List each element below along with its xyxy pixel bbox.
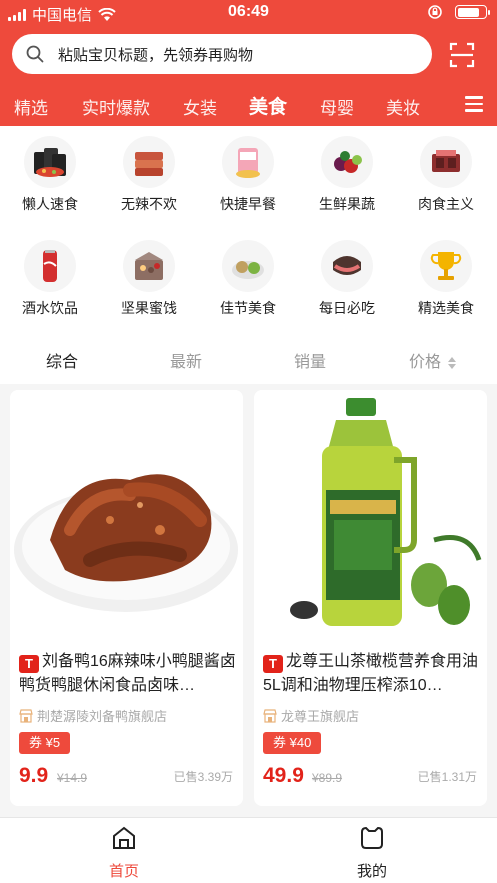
- category-item[interactable]: 坚果蜜饯: [104, 240, 194, 318]
- cola-can-icon: [24, 240, 76, 292]
- product-image-duck-legs: [10, 390, 243, 640]
- festival-dish-icon: [222, 240, 274, 292]
- product-title: T 刘备鸭16麻辣味小鸭腿酱卤鸭货鸭腿休闲食品卤味…: [19, 653, 236, 694]
- tab-food[interactable]: 美食: [249, 92, 287, 119]
- status-bar: 中国电信 06:49: [0, 0, 497, 26]
- category-item[interactable]: 佳节美食: [203, 240, 293, 318]
- spicy-snack-icon: [123, 136, 175, 188]
- category-item[interactable]: 无辣不欢: [104, 136, 194, 214]
- sold-count: 已售1.31万: [417, 770, 477, 784]
- shop-name[interactable]: 龙尊王旗舰店: [263, 706, 359, 725]
- instant-noodle-icon: [24, 136, 76, 188]
- coupon-badge[interactable]: 券 ¥5: [19, 732, 71, 754]
- price: 9.9: [19, 764, 49, 787]
- product-card[interactable]: T 龙尊王山茶橄榄营养食用油5L调和油物理压榨添10… 龙尊王旗舰店 券 ¥40 …: [254, 390, 487, 806]
- header: 中国电信 06:49 粘贴宝贝标题，先领券再购物 精选 实时爆款 女装 美食 母…: [0, 0, 497, 126]
- category-item[interactable]: 酒水饮品: [5, 240, 95, 318]
- daily-food-icon: [321, 240, 373, 292]
- tab-featured[interactable]: 精选: [14, 94, 48, 119]
- original-price: ¥14.9: [57, 771, 88, 785]
- category-item[interactable]: 快捷早餐: [203, 136, 293, 214]
- search-icon: [26, 45, 44, 63]
- sort-newest[interactable]: 最新: [170, 348, 202, 372]
- breakfast-bread-icon: [222, 136, 274, 188]
- tmall-badge: T: [263, 655, 283, 673]
- coupon-badge[interactable]: 券 ¥40: [263, 732, 322, 754]
- profile-icon: [361, 826, 383, 849]
- status-time: 06:49: [228, 3, 269, 20]
- sort-price[interactable]: 价格: [409, 348, 457, 372]
- sort-bar: 综合 最新 销量 价格: [0, 336, 497, 384]
- scan-icon[interactable]: [449, 42, 475, 68]
- shop-name[interactable]: 荆楚潺陵刘备鸭旗舰店: [19, 706, 167, 725]
- bottom-nav: 首页 我的: [0, 817, 497, 883]
- category-item[interactable]: 精选美食: [401, 240, 491, 318]
- search-input[interactable]: 粘贴宝贝标题，先领券再购物: [12, 34, 432, 74]
- nuts-box-icon: [123, 240, 175, 292]
- rotation-lock-icon: [428, 5, 442, 19]
- sort-comprehensive[interactable]: 综合: [46, 348, 78, 372]
- home-icon: [113, 826, 135, 849]
- fruit-icon: [321, 136, 373, 188]
- category-item[interactable]: 肉食主义: [401, 136, 491, 214]
- tab-hot[interactable]: 实时爆款: [82, 94, 150, 119]
- tab-beauty[interactable]: 美妆: [386, 94, 420, 119]
- category-item[interactable]: 懒人速食: [5, 136, 95, 214]
- sold-count: 已售3.39万: [173, 770, 233, 784]
- category-item[interactable]: 生鲜果蔬: [302, 136, 392, 214]
- sort-sales[interactable]: 销量: [294, 348, 326, 372]
- nav-home[interactable]: 首页: [84, 826, 164, 881]
- product-image-oil-bottle: [254, 390, 487, 640]
- category-grid: 懒人速食 无辣不欢 快捷早餐 生鲜果蔬 肉食主义 酒水饮品 坚果蜜饯 佳节美食 …: [0, 126, 497, 336]
- menu-icon[interactable]: [465, 96, 483, 112]
- tab-baby[interactable]: 母婴: [320, 94, 354, 119]
- product-title: T 龙尊王山茶橄榄营养食用油5L调和油物理压榨添10…: [263, 653, 479, 694]
- battery-icon: [455, 5, 490, 19]
- sort-arrows-icon: [448, 356, 457, 369]
- tab-womens[interactable]: 女装: [183, 94, 217, 119]
- shop-icon: [19, 708, 33, 723]
- nav-mine[interactable]: 我的: [332, 826, 412, 881]
- original-price: ¥89.9: [312, 771, 343, 785]
- price: 49.9: [263, 764, 304, 787]
- tmall-badge: T: [19, 655, 39, 673]
- shop-icon: [263, 708, 277, 723]
- product-card[interactable]: T 刘备鸭16麻辣味小鸭腿酱卤鸭货鸭腿休闲食品卤味… 荆楚潺陵刘备鸭旗舰店 券 ¥…: [10, 390, 243, 806]
- trophy-icon: [420, 240, 472, 292]
- search-placeholder: 粘贴宝贝标题，先领券再购物: [58, 46, 254, 64]
- meat-box-icon: [420, 136, 472, 188]
- category-item[interactable]: 每日必吃: [302, 240, 392, 318]
- category-tabs: 精选 实时爆款 女装 美食 母婴 美妆: [0, 88, 497, 124]
